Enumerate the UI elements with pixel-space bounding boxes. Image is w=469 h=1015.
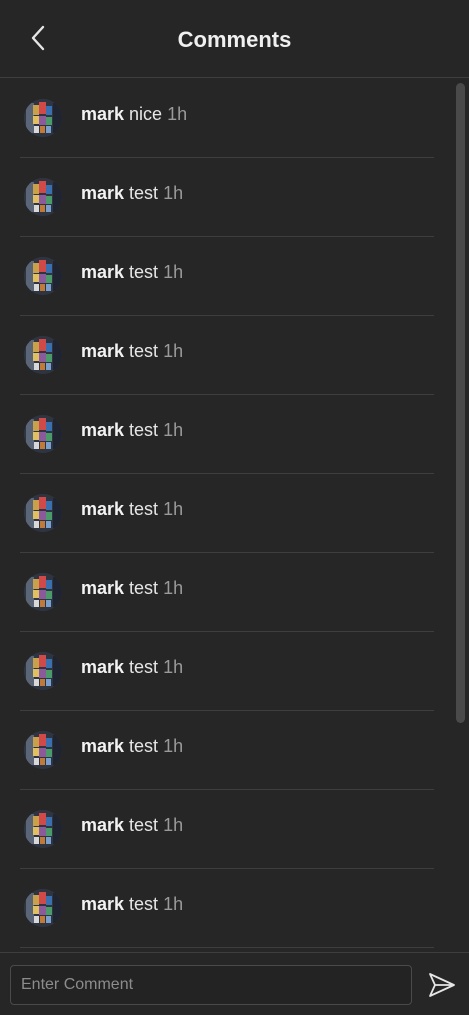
avatar-image: [24, 99, 62, 137]
comment-row: mark test 1h: [20, 474, 434, 553]
comment-row: mark test 1h: [20, 237, 434, 316]
comment-body: test: [129, 499, 159, 519]
comment-username[interactable]: mark: [81, 420, 124, 440]
comment-body: nice: [129, 104, 163, 124]
comment-username[interactable]: mark: [81, 262, 124, 282]
comment-timestamp: 1h: [163, 341, 184, 361]
comment-timestamp: 1h: [163, 657, 184, 677]
avatar-image: [24, 573, 62, 611]
comment-username[interactable]: mark: [81, 657, 124, 677]
comment-row: mark test 1h: [20, 790, 434, 869]
avatar-image: [24, 810, 62, 848]
comment-text: mark nice 1h: [81, 103, 187, 125]
comment-text: mark test 1h: [81, 656, 183, 678]
avatar[interactable]: [24, 494, 62, 532]
comment-row: mark test 1h: [20, 158, 434, 237]
comment-text: mark test 1h: [81, 577, 183, 599]
avatar-image: [24, 889, 62, 927]
send-button[interactable]: [424, 967, 460, 1003]
avatar[interactable]: [24, 652, 62, 690]
comment-text: mark test 1h: [81, 261, 183, 283]
comment-timestamp: 1h: [163, 894, 184, 914]
comment-username[interactable]: mark: [81, 578, 124, 598]
comment-row: mark test 1h: [20, 553, 434, 632]
comment-username[interactable]: mark: [81, 341, 124, 361]
comment-row: mark test 1h: [20, 632, 434, 711]
avatar-image: [24, 178, 62, 216]
comment-text: mark test 1h: [81, 498, 183, 520]
header: Comments: [0, 0, 469, 78]
avatar-image: [24, 257, 62, 295]
comment-username[interactable]: mark: [81, 104, 124, 124]
avatar[interactable]: [24, 810, 62, 848]
comment-body: test: [129, 341, 159, 361]
avatar-image: [24, 731, 62, 769]
comments-screen: Comments mark nice 1h mark test 1h mark …: [0, 0, 469, 1015]
comment-body: test: [129, 736, 159, 756]
page-title: Comments: [177, 27, 292, 52]
comment-body: test: [129, 657, 159, 677]
comment-timestamp: 1h: [167, 104, 188, 124]
comment-text: mark test 1h: [81, 182, 183, 204]
comment-username[interactable]: mark: [81, 815, 124, 835]
comment-text: mark test 1h: [81, 419, 183, 441]
send-icon: [429, 973, 455, 997]
avatar-image: [24, 336, 62, 374]
comment-row: mark nice 1h: [20, 79, 434, 158]
comment-body: test: [129, 578, 159, 598]
scrollbar[interactable]: [456, 83, 465, 723]
comment-username[interactable]: mark: [81, 183, 124, 203]
comment-list[interactable]: mark nice 1h mark test 1h mark test 1h m…: [0, 79, 469, 952]
avatar[interactable]: [24, 889, 62, 927]
comment-text: mark test 1h: [81, 340, 183, 362]
avatar[interactable]: [24, 178, 62, 216]
comment-username[interactable]: mark: [81, 499, 124, 519]
comment-composer: [0, 952, 469, 1015]
comment-username[interactable]: mark: [81, 736, 124, 756]
comment-username[interactable]: mark: [81, 894, 124, 914]
comment-body: test: [129, 183, 159, 203]
avatar-image: [24, 415, 62, 453]
avatar[interactable]: [24, 731, 62, 769]
comment-text: mark test 1h: [81, 814, 183, 836]
avatar[interactable]: [24, 573, 62, 611]
avatar-image: [24, 494, 62, 532]
comment-body: test: [129, 262, 159, 282]
comment-body: test: [129, 815, 159, 835]
comment-timestamp: 1h: [163, 736, 184, 756]
avatar-image: [24, 652, 62, 690]
comment-timestamp: 1h: [163, 499, 184, 519]
comment-timestamp: 1h: [163, 262, 184, 282]
comment-timestamp: 1h: [163, 578, 184, 598]
avatar[interactable]: [24, 415, 62, 453]
comment-input[interactable]: [10, 965, 412, 1005]
comment-row: mark test 1h: [20, 395, 434, 474]
comment-row: mark test 1h: [20, 711, 434, 790]
comment-timestamp: 1h: [163, 815, 184, 835]
comment-row: mark test 1h: [20, 869, 434, 948]
avatar[interactable]: [24, 257, 62, 295]
comment-timestamp: 1h: [163, 420, 184, 440]
comment-row: mark test 1h: [20, 316, 434, 395]
comment-body: test: [129, 420, 159, 440]
comment-body: test: [129, 894, 159, 914]
avatar[interactable]: [24, 336, 62, 374]
comment-timestamp: 1h: [163, 183, 184, 203]
comment-text: mark test 1h: [81, 735, 183, 757]
avatar[interactable]: [24, 99, 62, 137]
comment-text: mark test 1h: [81, 893, 183, 915]
